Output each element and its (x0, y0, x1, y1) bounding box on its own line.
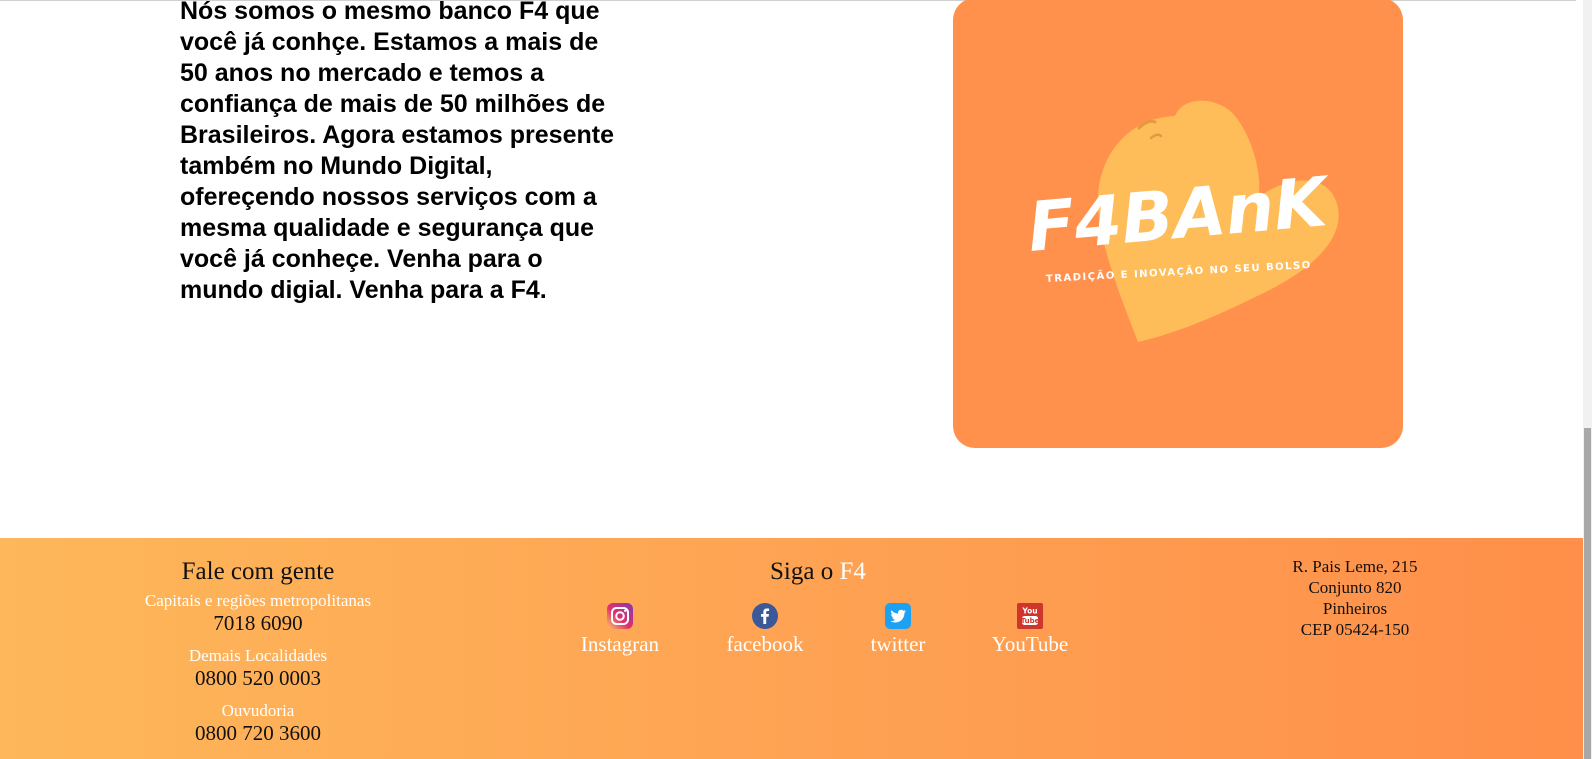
page-scrollbar[interactable] (1583, 0, 1592, 759)
instagram-label: Instagran (580, 632, 660, 656)
contact-label-ombudsman: Ouvudoria (221, 701, 295, 720)
contact-label-other: Demais Localidades (188, 646, 328, 665)
svg-text:Tube: Tube (1021, 617, 1040, 625)
address-line-zip: CEP 05424-150 (1300, 620, 1410, 639)
footer: Fale com gente Capitais e regiões metrop… (0, 538, 1583, 759)
address-line-street: R. Pais Leme, 215 (1292, 557, 1418, 576)
twitter-link[interactable]: twitter (838, 603, 958, 658)
youtube-icon: You Tube (1017, 603, 1043, 629)
address-line-district: Pinheiros (1322, 599, 1388, 618)
contact-phone-ombudsman: 0800 720 3600 (195, 721, 321, 745)
facebook-link[interactable]: facebook (705, 603, 825, 658)
twitter-label: twitter (870, 632, 926, 656)
address-line-suite: Conjunto 820 (1308, 578, 1402, 597)
contact-phone-capitals: 7018 6090 (213, 611, 303, 635)
twitter-icon (885, 603, 911, 629)
address-section: R. Pais Leme, 215 Conjunto 820 Pinheiros… (1255, 556, 1455, 640)
facebook-label: facebook (726, 632, 804, 656)
logo-graphic: F4BAnK TRADIÇÃO E INOVAÇÃO NO SEU BOLSO (1025, 100, 1339, 342)
contact-section: Fale com gente Capitais e regiões metrop… (108, 538, 408, 746)
instagram-icon (607, 603, 633, 629)
youtube-link[interactable]: You Tube YouTube (970, 603, 1090, 658)
contact-label-capitals: Capitais e regiões metropolitanas (144, 591, 372, 610)
instagram-link[interactable]: Instagran (560, 603, 680, 658)
youtube-label: YouTube (991, 632, 1069, 656)
social-title-prefix: Siga o (770, 558, 840, 585)
f4bank-logo: F4BAnK TRADIÇÃO E INOVAÇÃO NO SEU BOLSO (953, 0, 1403, 448)
about-text: Nós somos o mesmo banco F4 que você já c… (180, 0, 614, 304)
contact-title: Fale com gente (181, 558, 335, 585)
social-title-brand: F4 (839, 558, 866, 585)
social-title: Siga o F4 (770, 557, 866, 587)
svg-text:You: You (1021, 607, 1037, 616)
scrollbar-thumb[interactable] (1584, 428, 1591, 759)
facebook-icon (752, 603, 778, 629)
contact-phone-other: 0800 520 0003 (195, 666, 321, 690)
